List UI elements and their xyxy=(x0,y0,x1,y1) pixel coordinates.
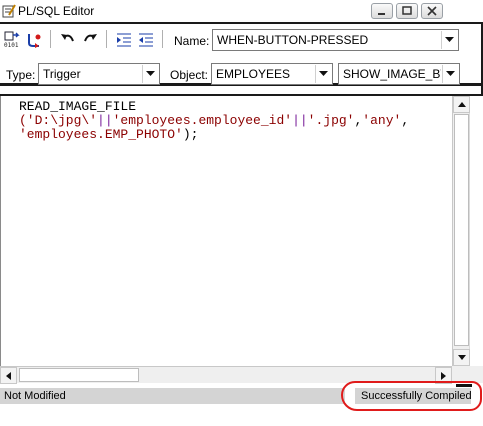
code-line-2: ('D:\jpg\'||'employees.employee_id'||'.j… xyxy=(19,113,410,128)
editor-app-icon xyxy=(2,4,16,18)
object-select[interactable]: EMPLOYEES xyxy=(211,63,333,85)
name-select[interactable]: WHEN-BUTTON-PRESSED xyxy=(212,29,459,51)
svg-text:0101: 0101 xyxy=(4,42,19,49)
revert-icon xyxy=(28,34,41,48)
undo-button[interactable] xyxy=(58,30,78,50)
status-modified: Not Modified xyxy=(4,390,66,402)
annotation-highlight xyxy=(341,381,482,411)
close-icon xyxy=(427,6,437,16)
code-line-3: 'employees.EMP_PHOTO'); xyxy=(19,127,199,142)
horizontal-scroll-thumb[interactable] xyxy=(19,368,139,382)
status-bar: Not Modified Successfully Compiled xyxy=(0,381,483,426)
object-label: Object: xyxy=(170,68,209,82)
editor-right-edge xyxy=(469,96,483,366)
dropdown-arrow-icon[interactable] xyxy=(315,65,331,83)
code-editor[interactable]: READ_IMAGE_FILE ('D:\jpg\'||'employees.e… xyxy=(0,96,483,384)
window-title: PL/SQL Editor xyxy=(18,4,95,18)
maximize-icon xyxy=(402,6,412,15)
close-button[interactable] xyxy=(421,3,443,19)
undo-icon xyxy=(61,34,74,42)
compile-icon: 0101 xyxy=(4,31,20,49)
scroll-up-button[interactable] xyxy=(453,96,470,113)
indent-button[interactable] xyxy=(114,30,134,50)
chevron-left-icon xyxy=(6,371,11,380)
title-bar: PL/SQL Editor xyxy=(0,0,483,22)
vertical-scrollbar[interactable] xyxy=(452,96,470,366)
item-select-value: SHOW_IMAGE_BTN xyxy=(343,67,441,81)
dropdown-arrow-icon[interactable] xyxy=(441,31,457,49)
compile-button[interactable]: 0101 xyxy=(2,30,22,50)
name-select-value: WHEN-BUTTON-PRESSED xyxy=(217,33,369,47)
revert-button[interactable] xyxy=(24,30,44,50)
maximize-button[interactable] xyxy=(396,3,418,19)
minimize-button[interactable] xyxy=(371,3,393,19)
name-label: Name: xyxy=(174,34,210,48)
code-line-1: READ_IMAGE_FILE xyxy=(19,99,137,114)
status-modified-panel: Not Modified xyxy=(0,388,345,404)
scroll-left-button[interactable] xyxy=(0,367,17,384)
chevron-down-icon xyxy=(457,355,466,360)
minimize-icon xyxy=(378,13,385,15)
dropdown-arrow-icon[interactable] xyxy=(442,65,458,83)
item-select[interactable]: SHOW_IMAGE_BTN xyxy=(338,63,460,85)
toolbar-area: 0101 Name: WHEN-BUTTON-PRESSED Type: Tri… xyxy=(0,22,483,96)
type-select[interactable]: Trigger xyxy=(38,63,160,85)
type-select-value: Trigger xyxy=(43,67,81,81)
unindent-button[interactable] xyxy=(136,30,156,50)
chevron-up-icon xyxy=(457,102,466,107)
chevron-right-icon xyxy=(441,371,446,380)
dropdown-arrow-icon[interactable] xyxy=(142,65,158,83)
object-select-value: EMPLOYEES xyxy=(216,67,291,81)
code-text[interactable]: READ_IMAGE_FILE ('D:\jpg\'||'employees.e… xyxy=(19,100,409,142)
redo-icon xyxy=(84,34,97,42)
type-label: Type: xyxy=(6,68,36,82)
redo-button[interactable] xyxy=(80,30,100,50)
scroll-down-button[interactable] xyxy=(453,349,470,366)
indent-icon xyxy=(117,33,131,47)
unindent-icon xyxy=(139,33,153,47)
vertical-scroll-thumb[interactable] xyxy=(454,114,469,346)
